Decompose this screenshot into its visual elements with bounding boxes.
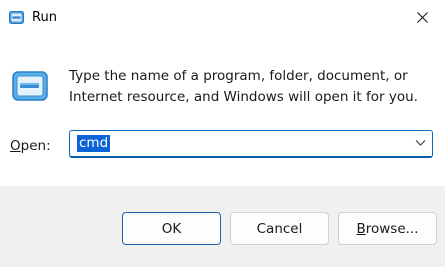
window-title: Run: [32, 10, 57, 25]
open-label-mnemonic: O: [10, 138, 21, 154]
browse-button[interactable]: Browse...: [338, 212, 437, 245]
open-label-rest: pen:: [20, 138, 51, 154]
close-icon: [416, 11, 428, 23]
open-label: Open:: [10, 137, 51, 155]
chevron-down-icon[interactable]: [415, 139, 426, 147]
run-icon: [9, 11, 24, 24]
close-button[interactable]: [399, 0, 445, 34]
browse-label-rest: rowse...: [365, 220, 419, 237]
description-text: Type the name of a program, folder, docu…: [69, 68, 418, 105]
run-icon: [12, 71, 48, 101]
open-input-value[interactable]: cmd: [77, 135, 111, 152]
ok-button[interactable]: OK: [122, 212, 221, 245]
run-dialog: Run Type the name of a program, folder, …: [0, 0, 445, 267]
cancel-button[interactable]: Cancel: [230, 212, 329, 245]
open-combobox[interactable]: cmd: [69, 130, 433, 158]
title-bar[interactable]: Run: [0, 0, 445, 36]
browse-mnemonic: B: [356, 220, 366, 237]
